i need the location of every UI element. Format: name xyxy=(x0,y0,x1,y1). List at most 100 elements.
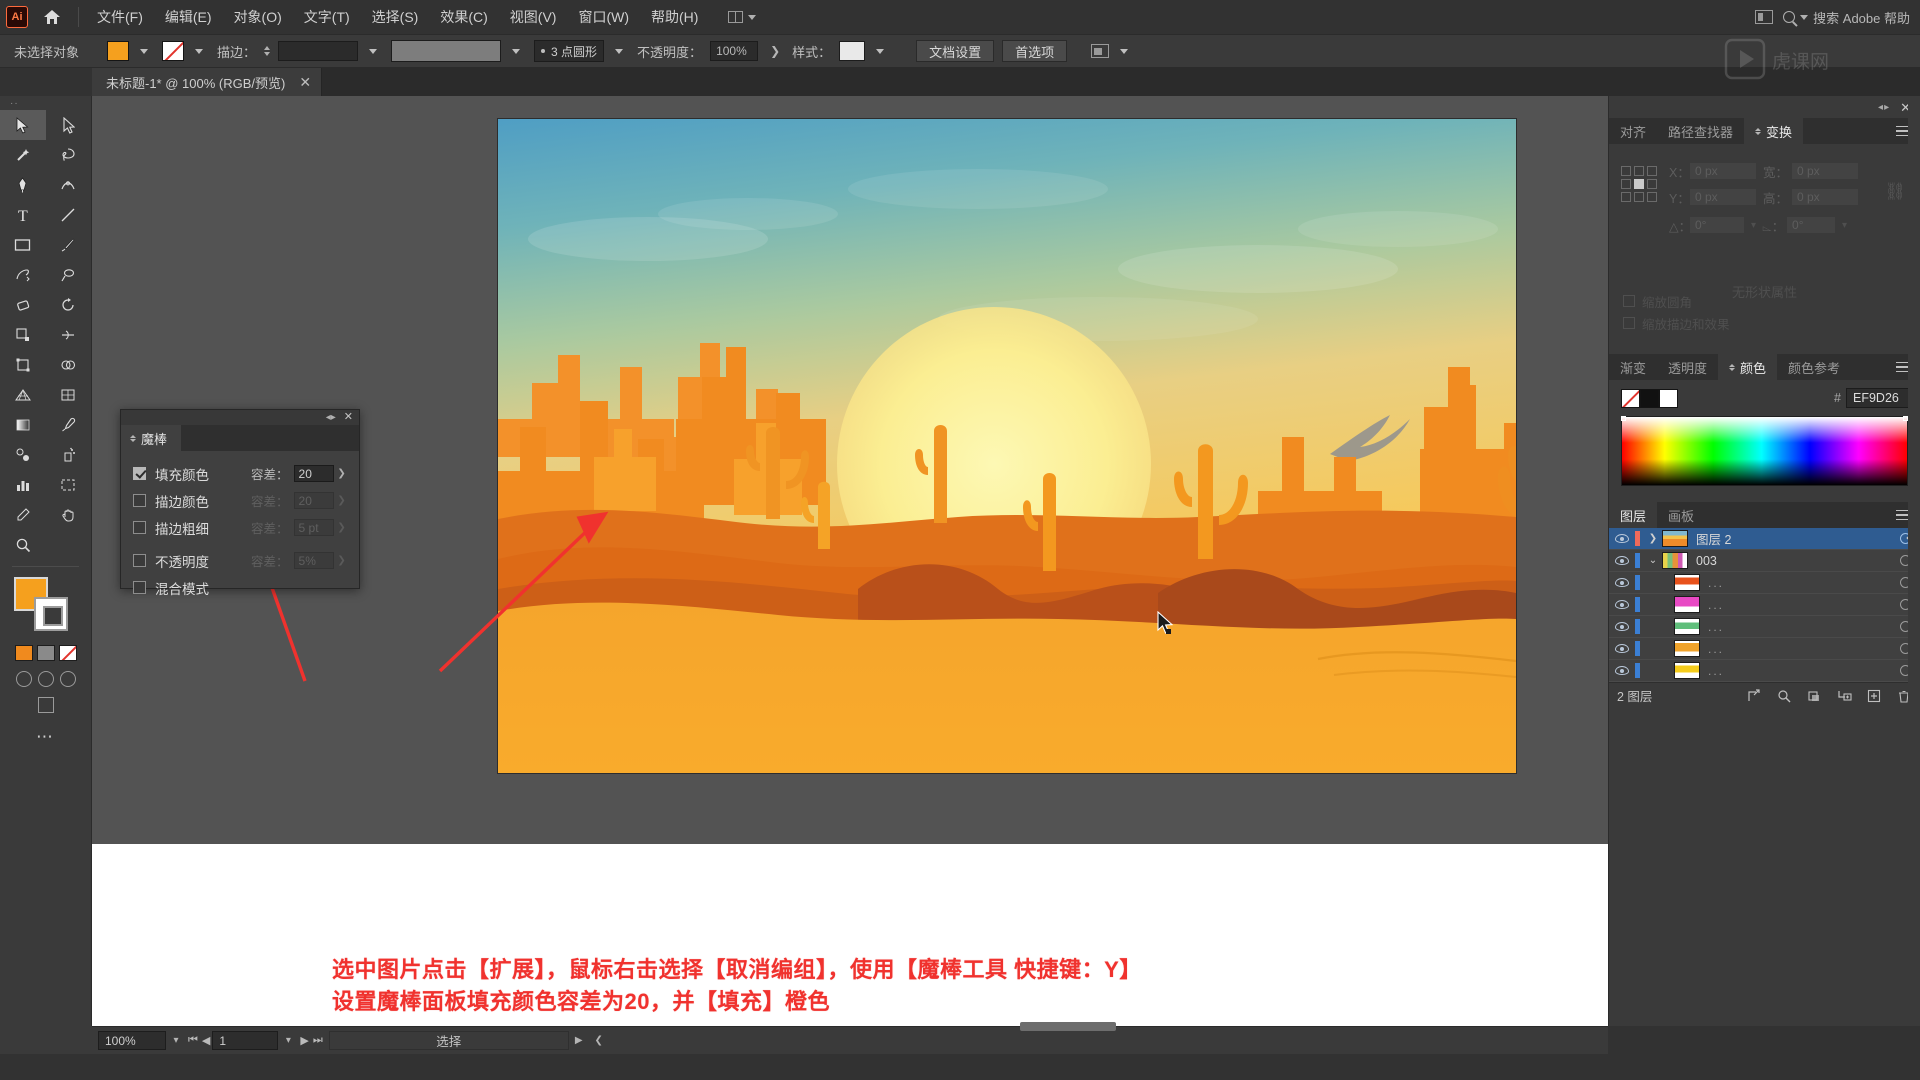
menu-effect[interactable]: 效果(C) xyxy=(430,2,497,32)
stroke-color-checkbox[interactable] xyxy=(133,494,146,507)
table-row[interactable]: ... xyxy=(1609,660,1920,682)
none-swatch[interactable] xyxy=(1621,388,1640,408)
curvature-tool[interactable] xyxy=(46,170,92,200)
create-new-layer-icon[interactable] xyxy=(1866,688,1882,704)
chevron-down-icon[interactable] xyxy=(1120,48,1129,54)
collapse-icon[interactable]: ◂▸ xyxy=(1878,102,1890,113)
artboard-nav-last[interactable]: ⏭ xyxy=(311,1034,325,1047)
stroke-weight-input[interactable] xyxy=(278,41,359,61)
layer-name[interactable]: ... xyxy=(1708,576,1890,590)
zoom-dropdown-icon[interactable]: ▾ xyxy=(166,1035,186,1046)
status-expand-icon[interactable]: ▶ xyxy=(569,1035,589,1046)
ref-br[interactable] xyxy=(1647,192,1657,202)
fill-tolerance-input[interactable]: 20 xyxy=(293,465,334,482)
visibility-toggle[interactable] xyxy=(1609,578,1635,587)
artboard[interactable] xyxy=(498,119,1516,773)
stroke-swatch-large[interactable] xyxy=(34,597,68,631)
ref-ml[interactable] xyxy=(1621,179,1631,189)
workspace-switcher[interactable] xyxy=(722,8,762,26)
status-collapse-icon[interactable]: ❮ xyxy=(589,1035,609,1046)
option-row-stroke-weight[interactable]: 描边粗细 容差： 5 pt ❯ xyxy=(121,514,359,541)
collapse-arrow-icon[interactable]: ⌄ xyxy=(1644,555,1662,566)
help-search[interactable]: 搜索 Adobe 帮助 xyxy=(1783,8,1910,27)
color-mode-gradient-icon[interactable] xyxy=(36,645,55,661)
reference-point-selector[interactable] xyxy=(1621,166,1657,202)
chevron-down-icon[interactable] xyxy=(615,48,624,54)
search-icon[interactable] xyxy=(1776,688,1792,704)
symbol-sprayer-tool[interactable] xyxy=(46,440,92,470)
tab-align[interactable]: 对齐 xyxy=(1609,118,1657,144)
y-input[interactable]: 0 px xyxy=(1689,188,1757,206)
tab-magic-wand[interactable]: 魔棒 xyxy=(121,425,182,451)
layer-name[interactable]: 003 xyxy=(1696,554,1890,568)
menu-window[interactable]: 窗口(W) xyxy=(568,2,639,32)
table-row[interactable]: ❯ 图层 2 xyxy=(1609,528,1920,550)
free-transform-tool[interactable] xyxy=(0,350,46,380)
document-setup-button[interactable]: 文档设置 xyxy=(916,40,995,62)
visibility-toggle[interactable] xyxy=(1609,666,1635,675)
make-clipping-mask-icon[interactable] xyxy=(1806,688,1822,704)
align-icon[interactable] xyxy=(1091,44,1110,58)
hand-tool[interactable] xyxy=(46,500,92,530)
angle-input[interactable]: 0° xyxy=(1689,216,1745,234)
artboard-nav-prev[interactable]: ◀ xyxy=(200,1034,212,1047)
color-spectrum[interactable] xyxy=(1621,416,1908,486)
eraser-tool[interactable] xyxy=(0,290,46,320)
tab-gradient[interactable]: 渐变 xyxy=(1609,354,1657,380)
ref-mc[interactable] xyxy=(1634,179,1644,189)
constrain-proportions-icon[interactable]: ⛓ xyxy=(1884,182,1906,202)
slice-tool[interactable] xyxy=(0,500,46,530)
variable-width-profile[interactable]: 3 点圆形 xyxy=(534,40,605,62)
table-row[interactable]: ⌄ 003 xyxy=(1609,550,1920,572)
create-sublayer-icon[interactable] xyxy=(1836,688,1852,704)
close-icon[interactable]: ✕ xyxy=(299,75,311,89)
color-mode-color-icon[interactable] xyxy=(14,645,33,661)
preferences-button[interactable]: 首选项 xyxy=(1002,40,1068,62)
direct-selection-tool[interactable] xyxy=(46,110,92,140)
option-row-fill-color[interactable]: 填充颜色 容差： 20 ❯ xyxy=(121,460,359,487)
ref-mr[interactable] xyxy=(1647,179,1657,189)
layer-name[interactable]: ... xyxy=(1708,642,1890,656)
opacity-input[interactable]: 100% xyxy=(710,41,759,61)
artboard-tool[interactable] xyxy=(46,470,92,500)
shape-builder-tool[interactable] xyxy=(46,350,92,380)
menu-view[interactable]: 视图(V) xyxy=(500,2,567,32)
rotate-tool[interactable] xyxy=(46,290,92,320)
stroke-color-swatch[interactable] xyxy=(162,41,185,61)
stroke-weight-checkbox[interactable] xyxy=(133,521,146,534)
fill-color-swatch[interactable] xyxy=(107,41,130,61)
menu-help[interactable]: 帮助(H) xyxy=(641,2,708,32)
w-input[interactable]: 0 px xyxy=(1791,162,1859,180)
tab-artboards[interactable]: 画板 xyxy=(1657,502,1705,528)
locate-object-icon[interactable] xyxy=(1746,688,1762,704)
ref-bc[interactable] xyxy=(1634,192,1644,202)
home-icon[interactable] xyxy=(34,0,70,34)
option-row-blend-mode[interactable]: 混合模式 xyxy=(121,574,359,601)
h-input[interactable]: 0 px xyxy=(1791,188,1859,206)
scale-tool[interactable] xyxy=(0,320,46,350)
scale-corners-row[interactable]: 缩放圆角 xyxy=(1623,290,1730,312)
magic-wand-panel[interactable]: ◂▸ ✕ 魔棒 填充颜色 容差： 20 ❯ 描边颜色 容差： 20 ❯ 描边粗细… xyxy=(120,409,360,597)
blend-tool[interactable] xyxy=(0,440,46,470)
document-tab[interactable]: 未标题-1* @ 100% (RGB/预览) ✕ xyxy=(92,68,323,96)
chevron-down-icon[interactable] xyxy=(512,48,521,54)
brush-definition-preview[interactable] xyxy=(391,40,502,62)
line-segment-tool[interactable] xyxy=(46,200,92,230)
perspective-grid-tool[interactable] xyxy=(0,380,46,410)
black-swatch[interactable] xyxy=(1640,388,1659,408)
toolbar-grip[interactable]: ·· xyxy=(0,96,91,110)
close-icon[interactable]: ✕ xyxy=(344,412,353,423)
rectangle-tool[interactable] xyxy=(0,230,46,260)
graphic-style-swatch[interactable] xyxy=(839,41,866,61)
tab-color-guide[interactable]: 颜色参考 xyxy=(1777,354,1851,380)
artboard-dropdown-icon[interactable]: ▾ xyxy=(278,1035,298,1046)
draw-behind-icon[interactable] xyxy=(37,671,54,687)
opacity-checkbox[interactable] xyxy=(133,554,146,567)
lasso-tool[interactable] xyxy=(46,140,92,170)
menu-file[interactable]: 文件(F) xyxy=(87,2,153,32)
mesh-tool[interactable] xyxy=(46,380,92,410)
table-row[interactable]: ... xyxy=(1609,638,1920,660)
layer-name[interactable]: ... xyxy=(1708,620,1890,634)
artboard-number-input[interactable]: 1 xyxy=(212,1031,279,1050)
horizontal-scrollbar[interactable] xyxy=(1020,1022,1116,1031)
